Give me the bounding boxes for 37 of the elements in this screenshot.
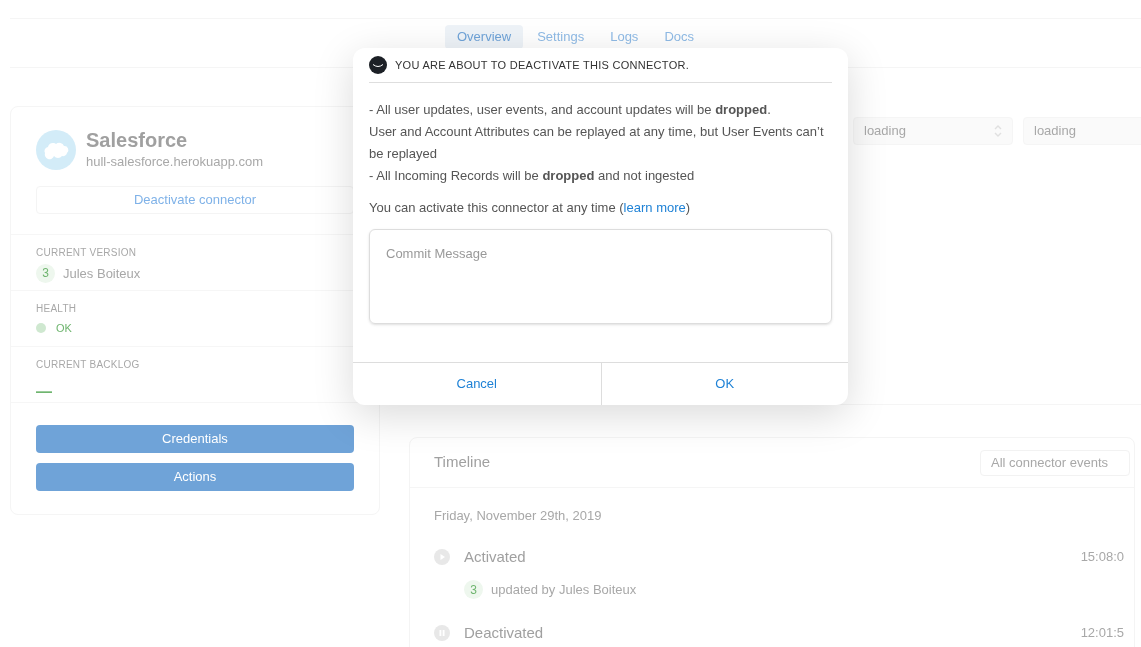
timeline-date: Friday, November 29th, 2019 xyxy=(434,507,603,525)
select-arrows-icon xyxy=(994,125,1002,137)
loading-select[interactable]: loading xyxy=(853,117,1013,145)
loading-field[interactable]: loading xyxy=(1023,117,1141,145)
version-badge: 3 xyxy=(464,580,483,600)
status-text: OK xyxy=(56,320,72,336)
action-button[interactable]: Credentials xyxy=(36,424,354,453)
dialog-button[interactable]: OK xyxy=(600,363,848,405)
version-badge: 3 xyxy=(36,263,55,283)
event-detail: updated by Jules Boiteux xyxy=(491,581,637,599)
dialog-button[interactable]: Cancel xyxy=(353,363,601,405)
event-title: Activated xyxy=(464,546,527,567)
learn-more-link[interactable]: learn more xyxy=(623,200,686,215)
section-label: HEALTH xyxy=(36,301,78,316)
event-time: 12:01:5 xyxy=(1080,624,1124,642)
commit-message-field[interactable]: Commit Message xyxy=(369,229,832,324)
nav-tab[interactable]: Overview xyxy=(445,25,524,49)
event-filter-select[interactable]: All connector events xyxy=(980,449,1130,476)
connector-name: Salesforce xyxy=(86,128,189,152)
event-title: Deactivated xyxy=(464,622,545,643)
nav-tab[interactable]: Settings xyxy=(525,25,597,49)
event-time: 15:08:0 xyxy=(1080,548,1124,566)
warning-text: - All Incoming Records will be dropped and not ingested xyxy=(369,167,696,185)
activation-note: You can activate this connector at any time (learn more) xyxy=(369,199,692,217)
connector-url: hull-salesforce.herokuapp.com xyxy=(86,153,264,171)
version-author: Jules Boiteux xyxy=(63,264,141,283)
backlog-value: — xyxy=(36,382,52,400)
eye-logo-icon xyxy=(369,56,387,74)
dialog-title: YOU ARE ABOUT TO DEACTIVATE THIS CONNECTOR. xyxy=(395,57,689,73)
action-button[interactable]: Actions xyxy=(36,462,354,491)
nav-tab[interactable]: Docs xyxy=(652,25,706,49)
section-label: CURRENT VERSION xyxy=(36,245,138,260)
nav-tab[interactable]: Logs xyxy=(598,25,651,49)
section-label: CURRENT BACKLOG xyxy=(36,357,141,372)
timeline-title: Timeline xyxy=(434,452,491,473)
cloud-logo-icon xyxy=(36,129,76,170)
warning-text: - All user updates, user events, and account updates will be dropped. xyxy=(369,101,772,119)
